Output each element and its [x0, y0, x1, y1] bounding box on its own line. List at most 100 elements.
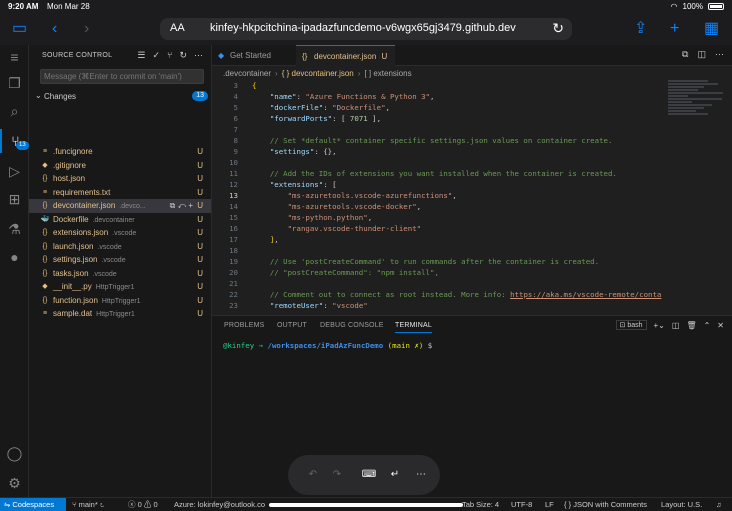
address-bar[interactable]: AA kinfey-hkpcitchina-ipadazfuncdemo-v6w…: [160, 18, 572, 40]
tab-devcontainer-json[interactable]: {} devcontainer.json U: [296, 45, 395, 66]
tab-debug-console[interactable]: DEBUG CONSOLE: [320, 322, 384, 329]
menu-icon[interactable]: ≡: [0, 45, 29, 69]
source-control-icon[interactable]: ⑂ 13: [0, 129, 29, 153]
view-as-tree-icon[interactable]: ☰: [137, 50, 145, 61]
file-status: U: [197, 187, 203, 197]
line-number: 21: [229, 279, 238, 288]
tab-size[interactable]: Tab Size: 4: [462, 498, 499, 511]
remote-indicator[interactable]: ⇋ Codespaces: [0, 498, 66, 511]
close-panel-icon[interactable]: ✕: [717, 321, 724, 330]
more-icon[interactable]: ⋯: [412, 466, 430, 484]
redo-icon[interactable]: ↷: [328, 466, 346, 484]
more-actions-icon[interactable]: ⋯: [194, 50, 203, 61]
tab-problems[interactable]: PROBLEMS: [224, 322, 265, 329]
reader-options-button[interactable]: AA: [170, 22, 185, 34]
encoding[interactable]: UTF-8: [511, 498, 532, 511]
back-icon[interactable]: ‹: [52, 19, 57, 39]
changed-file-row[interactable]: ◆ .gitignore U: [29, 159, 211, 173]
file-status: U: [197, 241, 203, 251]
changed-file-row[interactable]: {} extensions.json .vscode U: [29, 226, 211, 240]
breadcrumb-symbol[interactable]: [ ] extensions: [364, 69, 411, 78]
azure-account[interactable]: Azure: lokinfey@outlook.co: [174, 498, 265, 511]
line-number: 16: [229, 224, 238, 233]
terminal-shell-select[interactable]: ⊡ bash: [615, 320, 647, 330]
tab-get-started[interactable]: ◆ Get Started: [212, 45, 295, 66]
language-mode[interactable]: { } JSON with Comments: [564, 498, 647, 511]
line-number: 19: [229, 257, 238, 266]
changed-file-row[interactable]: 🐳 Dockerfile .devcontainer U: [29, 213, 211, 227]
commit-check-icon[interactable]: ✓: [153, 50, 161, 61]
changed-file-row[interactable]: ≡ .funcignore U: [29, 145, 211, 159]
file-actions[interactable]: ⧉ ↶ +: [170, 199, 193, 213]
tab-output[interactable]: OUTPUT: [277, 322, 307, 329]
reload-icon[interactable]: ↻: [552, 20, 564, 37]
settings-gear-icon[interactable]: ⚙: [0, 471, 29, 495]
testing-icon[interactable]: ⚗: [0, 217, 29, 241]
maximize-panel-icon[interactable]: ⌃: [704, 321, 711, 330]
problems-indicator[interactable]: ⓧ 0 ⚠ 0: [128, 498, 158, 511]
sidebar-toggle-icon[interactable]: ▭: [12, 19, 27, 39]
tab-status: U: [381, 52, 388, 61]
line-text: "settings": {},: [269, 147, 337, 156]
file-name: tasks.json .vscode: [53, 268, 117, 278]
remote-label: Codespaces: [12, 500, 55, 509]
share-icon[interactable]: ⇪: [634, 19, 647, 39]
keyboard-icon[interactable]: ⌨: [360, 466, 378, 484]
new-terminal-icon[interactable]: +⌄: [654, 321, 665, 330]
line-number: 6: [233, 114, 238, 123]
code-editor[interactable]: 3 {4 "name": "Azure Functions & Python 3"…: [212, 80, 662, 316]
file-name: devcontainer.json .devco...: [53, 201, 146, 210]
changes-header[interactable]: ⌄ Changes 13: [34, 90, 210, 103]
terminal-prompt[interactable]: @kinfey → /workspaces/iPadAzFuncDemo (ma…: [223, 341, 432, 350]
changed-file-row[interactable]: {} settings.json .vscode U: [29, 253, 211, 267]
file-status: U: [197, 174, 203, 183]
file-name: .gitignore: [53, 160, 86, 170]
changed-file-row[interactable]: ≡ requirements.txt U: [29, 186, 211, 200]
breadcrumb: .devcontainer ›{ } devcontainer.json ›[ ] …: [223, 69, 412, 78]
undo-icon[interactable]: ↶: [304, 466, 322, 484]
changed-file-row[interactable]: {} launch.json .vscode U: [29, 240, 211, 254]
branch-indicator[interactable]: ⑂ main* ↻: [72, 498, 104, 511]
line-ending[interactable]: LF: [545, 498, 554, 511]
github-icon[interactable]: ●: [0, 245, 29, 269]
open-changes-icon[interactable]: ⧉: [682, 49, 688, 60]
changed-file-row[interactable]: ◆ __init__.py HttpTrigger1 U: [29, 280, 211, 294]
line-text: ],: [269, 235, 279, 244]
changed-file-row[interactable]: {} host.json U: [29, 172, 211, 186]
url-text[interactable]: kinfey-hkpcitchina-ipadazfuncdemo-v6wgx6…: [210, 22, 516, 34]
stash-icon[interactable]: ⑂: [167, 50, 172, 61]
file-name: settings.json .vscode: [53, 255, 126, 264]
changed-file-row[interactable]: {} function.json HttpTrigger1 U: [29, 294, 211, 308]
account-icon[interactable]: ◯: [0, 441, 29, 465]
notifications-icon[interactable]: ♫: [716, 498, 722, 511]
tab-terminal[interactable]: TERMINAL: [395, 322, 432, 333]
trash-icon[interactable]: 🗑: [686, 321, 696, 330]
commit-message-input[interactable]: [40, 69, 204, 84]
explorer-icon[interactable]: ❐: [0, 71, 29, 95]
new-tab-icon[interactable]: +: [670, 19, 679, 39]
changed-file-row[interactable]: {} devcontainer.json .devco... ⧉ ↶ + U: [29, 199, 211, 213]
extensions-icon[interactable]: ⊞: [0, 187, 29, 211]
changed-file-row[interactable]: {} tasks.json .vscode U: [29, 267, 211, 281]
file-status: U: [197, 228, 203, 237]
more-actions-icon[interactable]: ⋯: [715, 49, 724, 60]
search-icon[interactable]: ⌕: [0, 99, 29, 123]
line-text: // Add the IDs of extensions you want in…: [269, 169, 617, 178]
forward-icon[interactable]: ›: [84, 19, 89, 39]
file-type-icon: ≡: [42, 310, 48, 317]
changed-file-row[interactable]: ≡ sample.dat HttpTrigger1 U: [29, 307, 211, 321]
prompt-arrow: →: [258, 341, 264, 350]
split-terminal-icon[interactable]: ◫: [672, 321, 680, 330]
return-icon[interactable]: ↵: [386, 466, 404, 484]
breadcrumb-file[interactable]: { } devcontainer.json: [282, 69, 354, 78]
breadcrumb-folder[interactable]: .devcontainer: [223, 69, 271, 78]
branch-name: main*: [78, 500, 98, 509]
keyboard-layout[interactable]: Layout: U.S.: [661, 498, 702, 511]
minimap[interactable]: [668, 80, 726, 140]
refresh-icon[interactable]: ↻: [179, 50, 187, 61]
split-editor-icon[interactable]: ◫: [697, 49, 706, 60]
run-debug-icon[interactable]: ▷: [0, 159, 29, 183]
tab-overview-icon[interactable]: ▦: [704, 19, 719, 39]
sidebar-title-actions: ☰ ✓ ⑂ ↻ ⋯: [137, 50, 203, 61]
file-dir: .vscode: [92, 270, 117, 278]
